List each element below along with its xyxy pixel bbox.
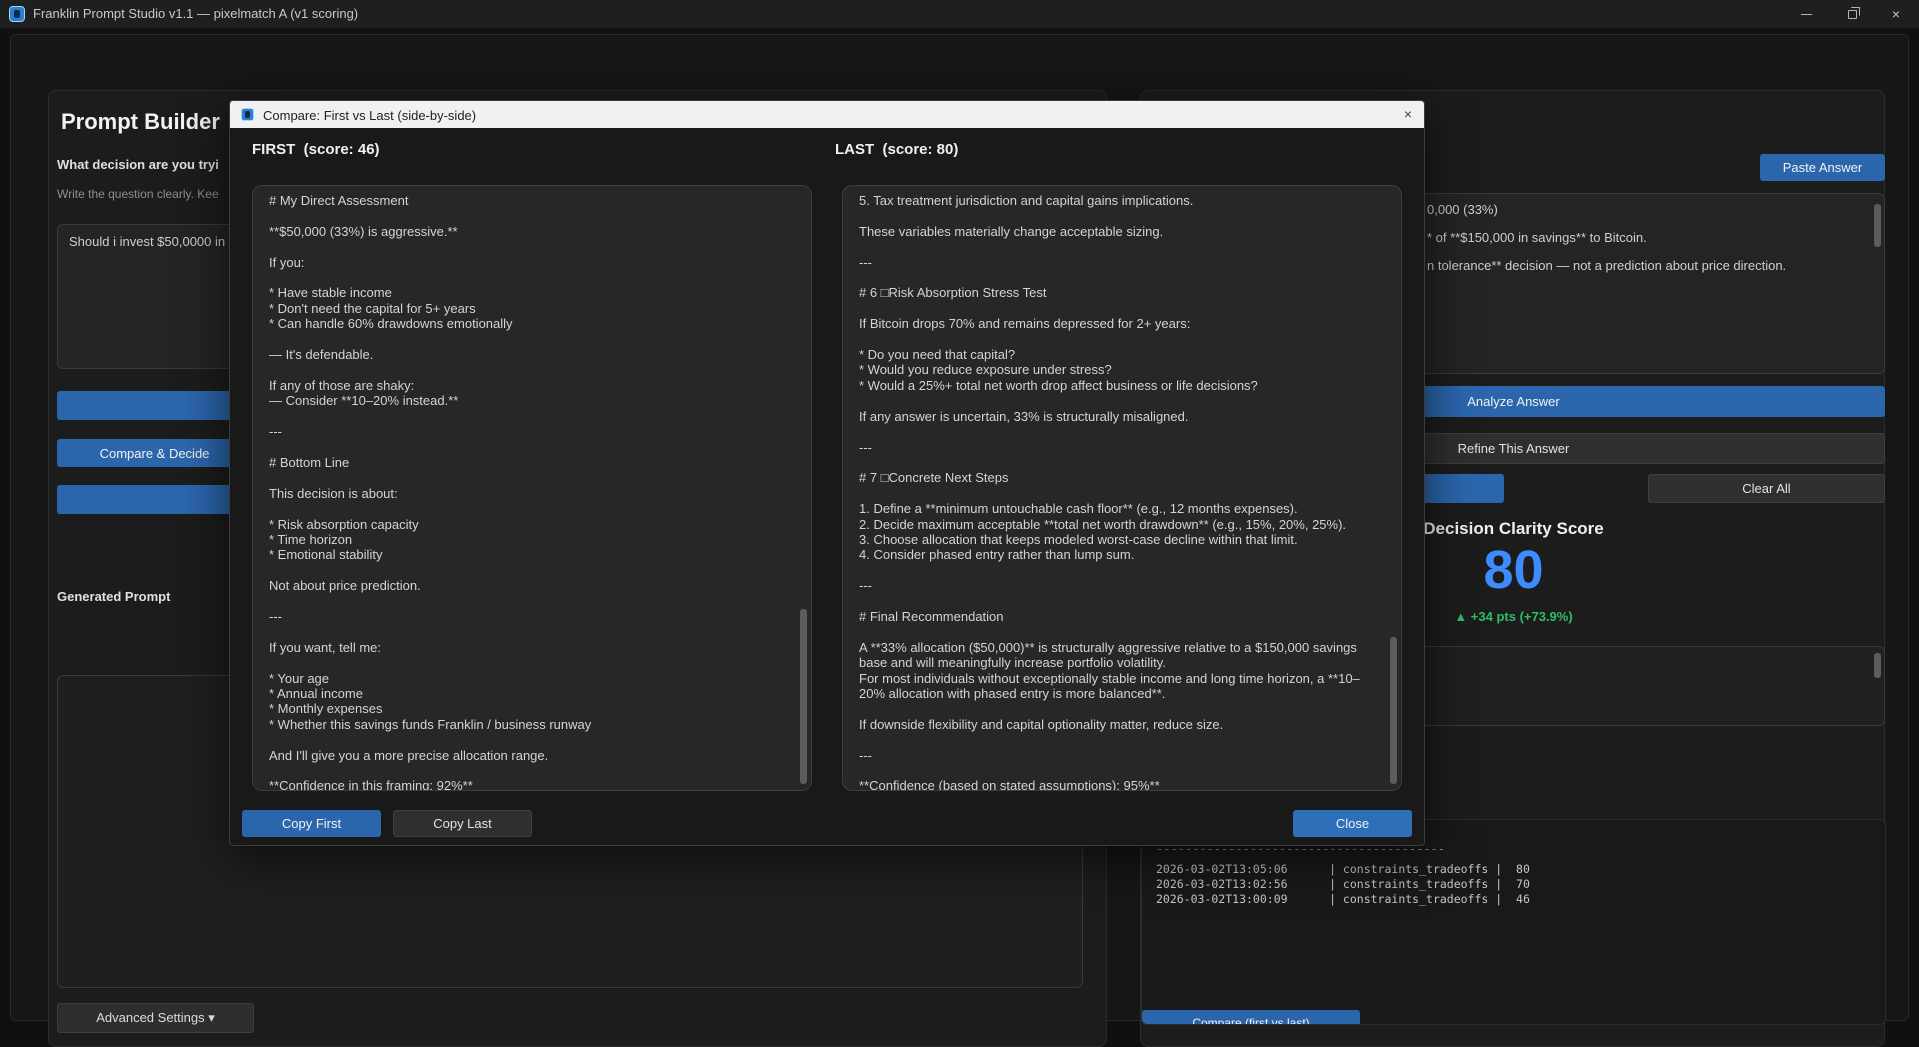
advanced-settings-button[interactable]: Advanced Settings ▾ xyxy=(57,1003,254,1033)
output-scrollbar[interactable] xyxy=(1874,653,1881,678)
first-answer-text: # My Direct Assessment **$50,000 (33%) i… xyxy=(269,185,791,791)
maximize-button[interactable] xyxy=(1832,0,1872,28)
copy-last-button[interactable]: Copy Last xyxy=(393,810,532,837)
first-answer-textbox[interactable]: # My Direct Assessment **$50,000 (33%) i… xyxy=(252,185,812,791)
question-value: Should i invest $50,0000 in b xyxy=(69,234,236,249)
dialog-app-icon xyxy=(241,108,254,121)
log-entry: 2026-03-02T13:05:06 | constraints_tradeo… xyxy=(1156,862,1530,876)
first-scrollbar[interactable] xyxy=(800,609,807,784)
dialog-titlebar: Compare: First vs Last (side-by-side) × xyxy=(230,101,1424,128)
last-column-header: LAST (score: 80) xyxy=(835,141,958,158)
log-entry: 2026-03-02T13:02:56 | constraints_tradeo… xyxy=(1156,877,1530,891)
first-column-header: FIRST (score: 46) xyxy=(252,141,380,158)
minimize-button[interactable] xyxy=(1786,0,1826,28)
log-entry: 2026-03-02T13:00:09 | constraints_tradeo… xyxy=(1156,892,1530,906)
window-title: Franklin Prompt Studio v1.1 — pixelmatch… xyxy=(33,6,358,21)
last-scrollbar[interactable] xyxy=(1390,637,1397,784)
window-close-button[interactable]: × xyxy=(1876,0,1916,28)
last-answer-textbox[interactable]: 5. Tax treatment jurisdiction and capita… xyxy=(842,185,1402,791)
dialog-title: Compare: First vs Last (side-by-side) xyxy=(263,108,476,123)
compare-dialog: Compare: First vs Last (side-by-side) × … xyxy=(229,100,1425,846)
dialog-close-button[interactable]: Close xyxy=(1293,810,1412,837)
answer-scrollbar[interactable] xyxy=(1874,204,1881,247)
answer-text-fragment: * of **$150,000 in savings** to Bitcoin. xyxy=(1427,230,1647,245)
app-frame: Prompt Builder What decision are you try… xyxy=(10,34,1909,1021)
compare-decide-button[interactable]: Compare & Decide xyxy=(57,439,252,467)
close-icon: × xyxy=(1892,6,1900,22)
last-answer-text: 5. Tax treatment jurisdiction and capita… xyxy=(859,185,1381,791)
compare-first-vs-last-button[interactable]: Compare (first vs last) xyxy=(1142,1010,1360,1025)
clear-all-button[interactable]: Clear All xyxy=(1648,474,1885,503)
minimize-icon xyxy=(1801,14,1812,15)
restore-icon xyxy=(1848,10,1857,19)
app-icon xyxy=(9,6,25,22)
history-log-panel: ----------------------------------------… xyxy=(1141,819,1886,1025)
paste-answer-button[interactable]: Paste Answer xyxy=(1760,154,1885,181)
generated-prompt-label: Generated Prompt xyxy=(57,589,170,604)
page-title: Prompt Builder xyxy=(61,109,220,135)
copy-first-button[interactable]: Copy First xyxy=(242,810,381,837)
window-titlebar: Franklin Prompt Studio v1.1 — pixelmatch… xyxy=(0,0,1919,28)
answer-text-fragment: 0,000 (33%) xyxy=(1427,202,1498,217)
question-hint: Write the question clearly. Kee xyxy=(57,187,219,201)
dialog-close-icon[interactable]: × xyxy=(1404,106,1412,122)
question-label: What decision are you tryi xyxy=(57,157,219,172)
answer-text-fragment: n tolerance** decision — not a predictio… xyxy=(1427,258,1786,273)
